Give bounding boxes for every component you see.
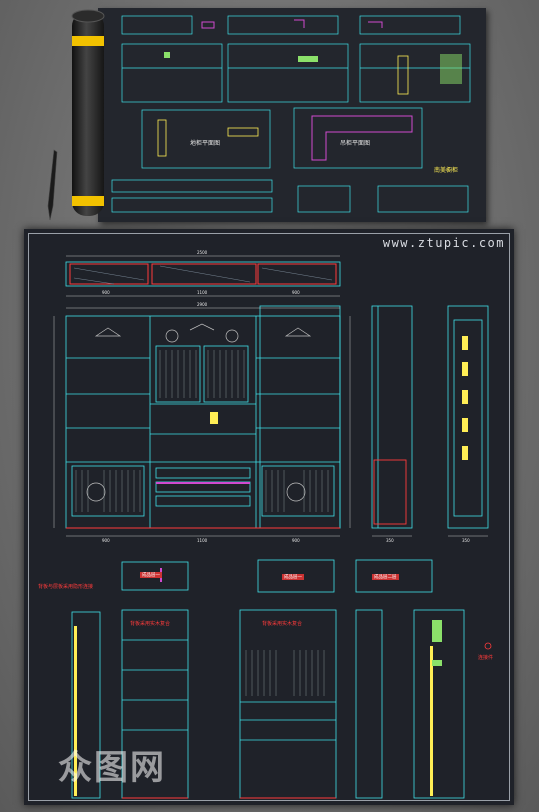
dim-side-width: 350 xyxy=(386,538,394,543)
dim-top-right: 900 xyxy=(292,290,300,295)
right-note: 连接件 xyxy=(478,655,494,661)
dim-bottom-right: 900 xyxy=(292,538,300,543)
dim-top-mid: 1100 xyxy=(197,290,208,295)
mid-note-2: 背板采用实木复合 xyxy=(262,621,303,627)
dim-top-left: 900 xyxy=(102,290,110,295)
side-note-label: 背板与层板采用隐形连接 xyxy=(38,584,94,590)
bottom-watermark: 众图网 xyxy=(58,748,166,788)
dim-front-overall: 2900 xyxy=(197,302,208,307)
cabinet-elevations xyxy=(53,255,492,799)
panel-label-1: 成品层一 xyxy=(140,572,162,578)
panel-label-2: 成品层一 xyxy=(282,574,304,580)
dim-bottom-mid: 1100 xyxy=(197,538,208,543)
mid-note-1: 背板采用实木复合 xyxy=(130,621,171,627)
dim-side-width-2: 350 xyxy=(462,538,470,543)
dim-top-overall: 2500 xyxy=(197,250,208,255)
dim-bottom-left: 900 xyxy=(102,538,110,543)
panel-label-3: 成品层二层 xyxy=(372,574,399,580)
